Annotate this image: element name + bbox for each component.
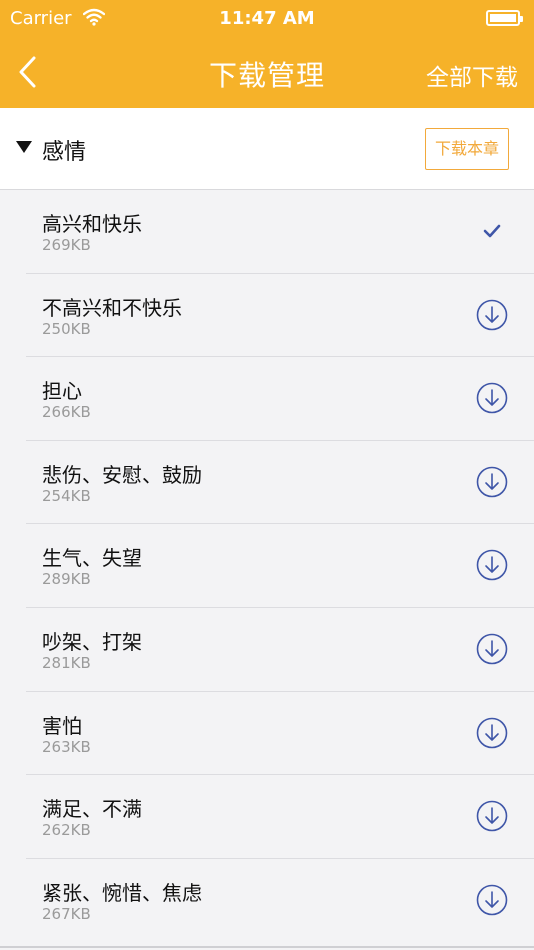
header-bar: Carrier 11:47 AM 下载管理 全部下载 <box>0 0 534 108</box>
item-title: 紧张、惋惜、焦虑 <box>42 880 202 905</box>
list-item[interactable]: 悲伤、安慰、鼓励 254KB <box>0 441 534 525</box>
item-size: 269KB <box>42 236 91 254</box>
item-title: 悲伤、安慰、鼓励 <box>42 462 202 487</box>
item-title: 满足、不满 <box>42 797 142 822</box>
list-item[interactable]: 担心 266KB <box>0 357 534 441</box>
checkmark-icon <box>483 224 501 238</box>
item-title: 害怕 <box>42 713 82 738</box>
triangle-down-icon[interactable] <box>16 141 32 153</box>
item-size: 254KB <box>42 486 91 505</box>
item-title: 生气、失望 <box>42 546 142 571</box>
status-bar: Carrier 11:47 AM <box>0 0 534 40</box>
download-all-button[interactable]: 全部下载 <box>426 58 518 92</box>
download-chapter-button[interactable]: 下载本章 <box>425 128 509 170</box>
chapter-header[interactable]: 感情 下载本章 <box>0 108 534 190</box>
item-title: 高兴和快乐 <box>42 212 142 236</box>
item-size: 250KB <box>42 319 91 338</box>
clock: 11:47 AM <box>219 8 315 29</box>
item-title: 担心 <box>42 379 82 404</box>
battery-icon <box>486 10 523 26</box>
download-icon[interactable] <box>476 800 508 832</box>
item-size: 266KB <box>42 403 91 422</box>
list-item[interactable]: 不高兴和不快乐 250KB <box>0 274 534 358</box>
item-size: 262KB <box>42 821 91 840</box>
item-size: 289KB <box>42 570 91 589</box>
item-size: 281KB <box>42 653 91 672</box>
battery-level <box>490 14 516 22</box>
download-icon[interactable] <box>476 299 508 331</box>
lesson-list: 高兴和快乐 269KB 不高兴和不快乐 250KB 担心 266KB 悲伤、安慰、鼓励 254… <box>0 190 534 942</box>
download-icon[interactable] <box>476 549 508 581</box>
download-icon[interactable] <box>476 466 508 498</box>
list-item[interactable]: 吵架、打架 281KB <box>0 608 534 692</box>
item-title: 不高兴和不快乐 <box>42 295 182 320</box>
chapter-title: 感情 <box>42 140 87 165</box>
divider <box>0 946 534 948</box>
item-size: 267KB <box>42 904 91 923</box>
download-icon[interactable] <box>476 717 508 749</box>
item-size: 263KB <box>42 737 91 756</box>
list-item[interactable]: 满足、不满 262KB <box>0 775 534 859</box>
download-icon[interactable] <box>476 884 508 916</box>
download-icon[interactable] <box>476 633 508 665</box>
list-item[interactable]: 紧张、惋惜、焦虑 267KB <box>0 859 534 943</box>
list-item[interactable]: 害怕 263KB <box>0 692 534 776</box>
list-item[interactable]: 高兴和快乐 269KB <box>0 190 534 274</box>
item-title: 吵架、打架 <box>42 629 142 654</box>
download-icon[interactable] <box>476 382 508 414</box>
list-item[interactable]: 生气、失望 289KB <box>0 524 534 608</box>
navigation-bar: 下载管理 全部下载 <box>0 40 534 108</box>
